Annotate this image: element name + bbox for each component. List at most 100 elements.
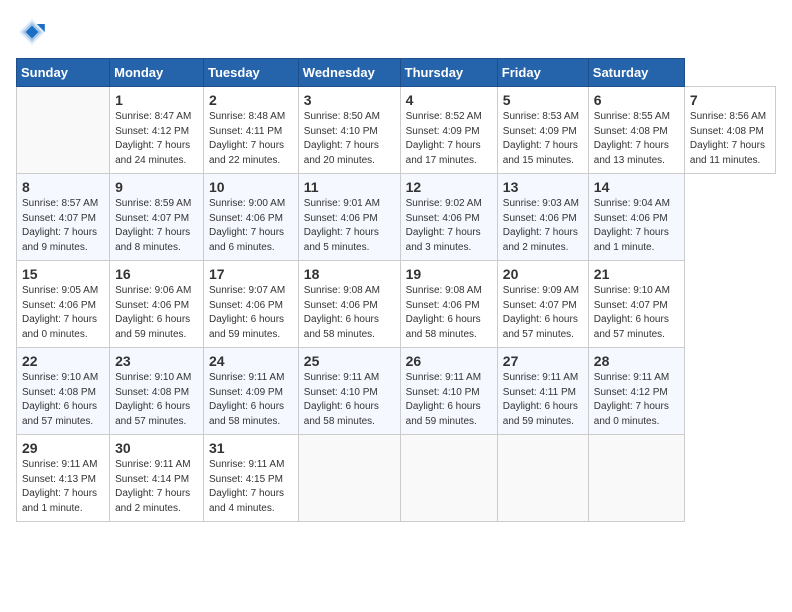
calendar-cell: 24 Sunrise: 9:11 AM Sunset: 4:09 PM Dayl… xyxy=(204,348,299,435)
day-number: 22 xyxy=(22,353,104,369)
day-info: Sunrise: 8:52 AM Sunset: 4:09 PM Dayligh… xyxy=(406,110,492,168)
day-number: 16 xyxy=(115,266,198,282)
calendar-cell: 31 Sunrise: 9:11 AM Sunset: 4:15 PM Dayl… xyxy=(204,435,299,522)
page-header xyxy=(16,16,776,48)
day-info: Sunrise: 8:48 AM Sunset: 4:11 PM Dayligh… xyxy=(209,110,293,168)
weekday-header-wednesday: Wednesday xyxy=(298,59,400,87)
day-info: Sunrise: 8:47 AM Sunset: 4:12 PM Dayligh… xyxy=(115,110,198,168)
day-number: 20 xyxy=(503,266,583,282)
day-number: 14 xyxy=(594,179,679,195)
day-info: Sunrise: 9:01 AM Sunset: 4:06 PM Dayligh… xyxy=(304,197,395,255)
day-number: 27 xyxy=(503,353,583,369)
calendar-cell: 8 Sunrise: 8:57 AM Sunset: 4:07 PM Dayli… xyxy=(17,174,110,261)
calendar-cell: 4 Sunrise: 8:52 AM Sunset: 4:09 PM Dayli… xyxy=(400,87,497,174)
calendar-cell: 5 Sunrise: 8:53 AM Sunset: 4:09 PM Dayli… xyxy=(497,87,588,174)
logo xyxy=(16,16,52,48)
day-info: Sunrise: 8:55 AM Sunset: 4:08 PM Dayligh… xyxy=(594,110,679,168)
day-number: 1 xyxy=(115,92,198,108)
day-number: 21 xyxy=(594,266,679,282)
calendar-cell: 16 Sunrise: 9:06 AM Sunset: 4:06 PM Dayl… xyxy=(110,261,204,348)
calendar-cell: 25 Sunrise: 9:11 AM Sunset: 4:10 PM Dayl… xyxy=(298,348,400,435)
day-info: Sunrise: 9:09 AM Sunset: 4:07 PM Dayligh… xyxy=(503,284,583,342)
calendar-week-3: 15 Sunrise: 9:05 AM Sunset: 4:06 PM Dayl… xyxy=(17,261,776,348)
calendar-cell: 26 Sunrise: 9:11 AM Sunset: 4:10 PM Dayl… xyxy=(400,348,497,435)
day-number: 18 xyxy=(304,266,395,282)
day-info: Sunrise: 9:08 AM Sunset: 4:06 PM Dayligh… xyxy=(304,284,395,342)
day-number: 9 xyxy=(115,179,198,195)
calendar-cell: 23 Sunrise: 9:10 AM Sunset: 4:08 PM Dayl… xyxy=(110,348,204,435)
calendar-week-5: 29 Sunrise: 9:11 AM Sunset: 4:13 PM Dayl… xyxy=(17,435,776,522)
day-info: Sunrise: 8:50 AM Sunset: 4:10 PM Dayligh… xyxy=(304,110,395,168)
day-info: Sunrise: 8:57 AM Sunset: 4:07 PM Dayligh… xyxy=(22,197,104,255)
day-info: Sunrise: 9:07 AM Sunset: 4:06 PM Dayligh… xyxy=(209,284,293,342)
day-number: 31 xyxy=(209,440,293,456)
day-number: 10 xyxy=(209,179,293,195)
calendar-week-1: 1 Sunrise: 8:47 AM Sunset: 4:12 PM Dayli… xyxy=(17,87,776,174)
day-number: 8 xyxy=(22,179,104,195)
weekday-header-monday: Monday xyxy=(110,59,204,87)
day-number: 15 xyxy=(22,266,104,282)
calendar-cell xyxy=(17,87,110,174)
calendar-cell: 10 Sunrise: 9:00 AM Sunset: 4:06 PM Dayl… xyxy=(204,174,299,261)
day-info: Sunrise: 9:11 AM Sunset: 4:15 PM Dayligh… xyxy=(209,458,293,516)
day-info: Sunrise: 8:59 AM Sunset: 4:07 PM Dayligh… xyxy=(115,197,198,255)
day-number: 2 xyxy=(209,92,293,108)
day-info: Sunrise: 9:04 AM Sunset: 4:06 PM Dayligh… xyxy=(594,197,679,255)
calendar-cell: 7 Sunrise: 8:56 AM Sunset: 4:08 PM Dayli… xyxy=(684,87,775,174)
day-number: 4 xyxy=(406,92,492,108)
calendar-week-4: 22 Sunrise: 9:10 AM Sunset: 4:08 PM Dayl… xyxy=(17,348,776,435)
day-number: 29 xyxy=(22,440,104,456)
calendar-week-2: 8 Sunrise: 8:57 AM Sunset: 4:07 PM Dayli… xyxy=(17,174,776,261)
day-number: 28 xyxy=(594,353,679,369)
day-info: Sunrise: 9:06 AM Sunset: 4:06 PM Dayligh… xyxy=(115,284,198,342)
day-info: Sunrise: 9:11 AM Sunset: 4:12 PM Dayligh… xyxy=(594,371,679,429)
calendar-cell xyxy=(400,435,497,522)
calendar-cell: 3 Sunrise: 8:50 AM Sunset: 4:10 PM Dayli… xyxy=(298,87,400,174)
calendar-cell: 17 Sunrise: 9:07 AM Sunset: 4:06 PM Dayl… xyxy=(204,261,299,348)
calendar-cell: 11 Sunrise: 9:01 AM Sunset: 4:06 PM Dayl… xyxy=(298,174,400,261)
calendar-cell: 9 Sunrise: 8:59 AM Sunset: 4:07 PM Dayli… xyxy=(110,174,204,261)
day-info: Sunrise: 9:08 AM Sunset: 4:06 PM Dayligh… xyxy=(406,284,492,342)
calendar-cell: 1 Sunrise: 8:47 AM Sunset: 4:12 PM Dayli… xyxy=(110,87,204,174)
day-info: Sunrise: 9:11 AM Sunset: 4:14 PM Dayligh… xyxy=(115,458,198,516)
day-number: 19 xyxy=(406,266,492,282)
day-number: 13 xyxy=(503,179,583,195)
calendar-cell: 29 Sunrise: 9:11 AM Sunset: 4:13 PM Dayl… xyxy=(17,435,110,522)
day-info: Sunrise: 8:53 AM Sunset: 4:09 PM Dayligh… xyxy=(503,110,583,168)
calendar-cell: 6 Sunrise: 8:55 AM Sunset: 4:08 PM Dayli… xyxy=(588,87,684,174)
day-number: 17 xyxy=(209,266,293,282)
day-info: Sunrise: 9:05 AM Sunset: 4:06 PM Dayligh… xyxy=(22,284,104,342)
calendar-table: SundayMondayTuesdayWednesdayThursdayFrid… xyxy=(16,58,776,522)
calendar-cell: 2 Sunrise: 8:48 AM Sunset: 4:11 PM Dayli… xyxy=(204,87,299,174)
calendar-cell: 22 Sunrise: 9:10 AM Sunset: 4:08 PM Dayl… xyxy=(17,348,110,435)
calendar-cell: 18 Sunrise: 9:08 AM Sunset: 4:06 PM Dayl… xyxy=(298,261,400,348)
weekday-header-friday: Friday xyxy=(497,59,588,87)
weekday-header-tuesday: Tuesday xyxy=(204,59,299,87)
calendar-cell: 21 Sunrise: 9:10 AM Sunset: 4:07 PM Dayl… xyxy=(588,261,684,348)
weekday-header-saturday: Saturday xyxy=(588,59,684,87)
day-number: 5 xyxy=(503,92,583,108)
day-number: 25 xyxy=(304,353,395,369)
day-number: 24 xyxy=(209,353,293,369)
day-number: 11 xyxy=(304,179,395,195)
weekday-header-thursday: Thursday xyxy=(400,59,497,87)
day-number: 30 xyxy=(115,440,198,456)
day-info: Sunrise: 9:03 AM Sunset: 4:06 PM Dayligh… xyxy=(503,197,583,255)
calendar-cell: 15 Sunrise: 9:05 AM Sunset: 4:06 PM Dayl… xyxy=(17,261,110,348)
calendar-cell xyxy=(588,435,684,522)
calendar-cell xyxy=(497,435,588,522)
day-number: 6 xyxy=(594,92,679,108)
calendar-cell: 19 Sunrise: 9:08 AM Sunset: 4:06 PM Dayl… xyxy=(400,261,497,348)
calendar-cell: 14 Sunrise: 9:04 AM Sunset: 4:06 PM Dayl… xyxy=(588,174,684,261)
day-number: 23 xyxy=(115,353,198,369)
day-number: 3 xyxy=(304,92,395,108)
day-number: 12 xyxy=(406,179,492,195)
calendar-cell: 28 Sunrise: 9:11 AM Sunset: 4:12 PM Dayl… xyxy=(588,348,684,435)
calendar-cell xyxy=(298,435,400,522)
weekday-header-sunday: Sunday xyxy=(17,59,110,87)
calendar-cell: 13 Sunrise: 9:03 AM Sunset: 4:06 PM Dayl… xyxy=(497,174,588,261)
calendar-cell: 20 Sunrise: 9:09 AM Sunset: 4:07 PM Dayl… xyxy=(497,261,588,348)
day-info: Sunrise: 9:02 AM Sunset: 4:06 PM Dayligh… xyxy=(406,197,492,255)
day-info: Sunrise: 9:00 AM Sunset: 4:06 PM Dayligh… xyxy=(209,197,293,255)
calendar-cell: 30 Sunrise: 9:11 AM Sunset: 4:14 PM Dayl… xyxy=(110,435,204,522)
